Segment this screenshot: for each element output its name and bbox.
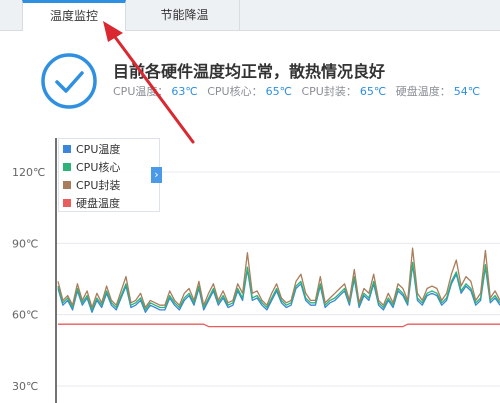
annotation-arrow-icon: [103, 21, 195, 144]
